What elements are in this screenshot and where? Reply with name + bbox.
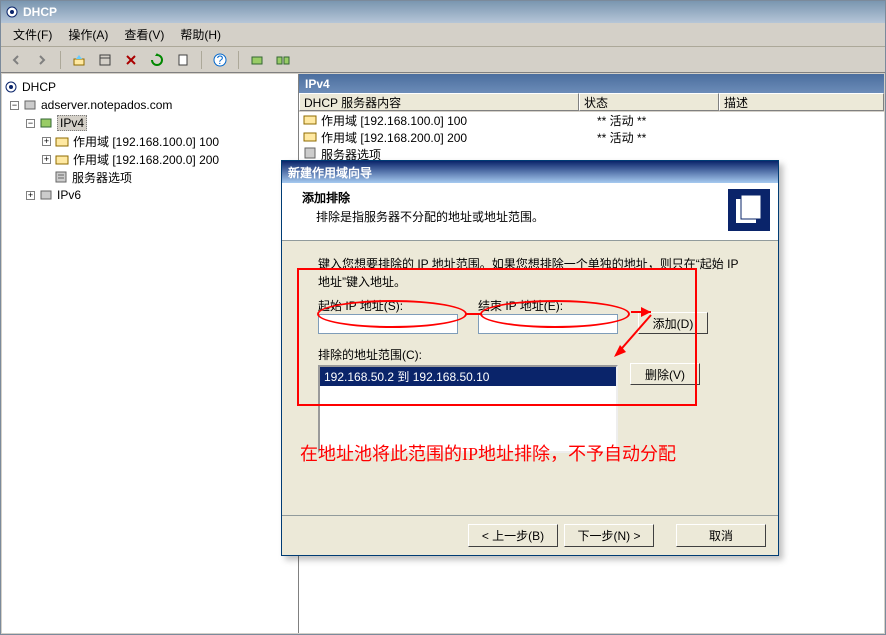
cell-name: 作用域 [192.168.200.0] 200 — [321, 129, 593, 146]
remove-button[interactable]: 删除(V) — [630, 363, 700, 385]
exclusion-item[interactable]: 192.168.50.2 到 192.168.50.10 — [320, 367, 616, 386]
wizard-footer: < 上一步(B) 下一步(N) > 取消 — [282, 515, 778, 555]
menu-help[interactable]: 帮助(H) — [172, 24, 229, 45]
tree-dhcp-root[interactable]: DHCP — [4, 78, 296, 96]
toolbar: ? — [1, 47, 885, 73]
wizard-instruction: 键入您想要排除的 IP 地址范围。如果您想排除一个单独的地址，则只在“起始 IP… — [318, 255, 748, 291]
options-icon — [54, 170, 68, 184]
tree-server-options[interactable]: 服务器选项 — [4, 168, 296, 186]
dhcp-app-icon — [4, 80, 18, 94]
folder-icon — [55, 134, 69, 148]
start-ip-input[interactable] — [318, 314, 458, 334]
tree-label: 作用域 [192.168.200.0] 200 — [73, 151, 219, 168]
dhcp-app-icon — [5, 5, 19, 19]
expand-icon[interactable]: + — [42, 155, 51, 164]
col-header-desc[interactable]: 描述 — [719, 93, 884, 111]
tree-ipv6[interactable]: + IPv6 — [4, 186, 296, 204]
add-button[interactable]: 添加(D) — [638, 312, 708, 334]
toolbar-separator — [60, 51, 61, 69]
wizard-body: 键入您想要排除的 IP 地址范围。如果您想排除一个单独的地址，则只在“起始 IP… — [282, 241, 778, 516]
cell-name: 作用域 [192.168.100.0] 100 — [321, 112, 593, 129]
toolbar-help-icon[interactable]: ? — [209, 50, 231, 70]
toolbar-add-scope-icon[interactable] — [272, 50, 294, 70]
toolbar-show-hide-icon[interactable] — [94, 50, 116, 70]
svg-text:?: ? — [217, 53, 224, 67]
tree-server[interactable]: − adserver.notepados.com — [4, 96, 296, 114]
toolbar-manage-icon[interactable] — [246, 50, 268, 70]
toolbar-forward-icon[interactable] — [31, 50, 53, 70]
toolbar-up-icon[interactable] — [68, 50, 90, 70]
wizard-page-icon — [728, 189, 770, 231]
exclusions-label: 排除的地址范围(C): — [318, 348, 422, 362]
wizard-header-title: 添加排除 — [302, 189, 544, 206]
column-headers: DHCP 服务器内容 状态 描述 — [299, 93, 884, 112]
toolbar-separator — [238, 51, 239, 69]
col-header-status[interactable]: 状态 — [579, 93, 719, 111]
exclusions-listbox[interactable]: 192.168.50.2 到 192.168.50.10 — [318, 365, 618, 453]
collapse-icon[interactable]: − — [10, 101, 19, 110]
tree-label: IPv4 — [57, 115, 87, 131]
tree-scope-100[interactable]: + 作用域 [192.168.100.0] 100 — [4, 132, 296, 150]
toolbar-refresh-icon[interactable] — [146, 50, 168, 70]
folder-icon — [303, 112, 317, 129]
folder-icon — [303, 129, 317, 146]
menu-bar: 文件(F) 操作(A) 查看(V) 帮助(H) — [1, 23, 885, 47]
end-ip-input[interactable] — [478, 314, 618, 334]
cancel-button[interactable]: 取消 — [676, 524, 766, 547]
window-titlebar: DHCP — [1, 1, 885, 23]
folder-icon — [55, 152, 69, 166]
ipv6-icon — [39, 188, 53, 202]
list-item[interactable]: 作用域 [192.168.100.0] 100 ** 活动 ** — [299, 112, 884, 129]
end-ip-label: 结束 IP 地址(E): — [478, 297, 618, 314]
wizard-titlebar[interactable]: 新建作用域向导 — [282, 161, 778, 183]
menu-file[interactable]: 文件(F) — [5, 24, 60, 45]
back-button[interactable]: < 上一步(B) — [468, 524, 558, 547]
toolbar-delete-icon[interactable] — [120, 50, 142, 70]
content-header: IPv4 — [299, 74, 884, 93]
cell-status: ** 活动 ** — [597, 112, 737, 129]
wizard-header: 添加排除 排除是指服务器不分配的地址或地址范围。 — [282, 183, 778, 241]
tree-label: 服务器选项 — [72, 169, 132, 186]
tree-label: IPv6 — [57, 188, 81, 202]
menu-view[interactable]: 查看(V) — [116, 24, 172, 45]
toolbar-export-icon[interactable] — [172, 50, 194, 70]
start-ip-label: 起始 IP 地址(S): — [318, 297, 458, 314]
toolbar-back-icon[interactable] — [5, 50, 27, 70]
expand-icon[interactable]: + — [42, 137, 51, 146]
ipv4-icon — [39, 116, 53, 130]
window-title: DHCP — [23, 5, 57, 19]
collapse-icon[interactable]: − — [26, 119, 35, 128]
cell-status: ** 活动 ** — [597, 129, 737, 146]
server-icon — [23, 98, 37, 112]
tree-pane[interactable]: DHCP − adserver.notepados.com − IPv4 + 作… — [2, 74, 299, 633]
expand-icon[interactable]: + — [26, 191, 35, 200]
menu-action[interactable]: 操作(A) — [60, 24, 116, 45]
list-item[interactable]: 作用域 [192.168.200.0] 200 ** 活动 ** — [299, 129, 884, 146]
wizard-dialog: 新建作用域向导 添加排除 排除是指服务器不分配的地址或地址范围。 键入您想要排除… — [281, 160, 779, 556]
next-button[interactable]: 下一步(N) > — [564, 524, 654, 547]
tree-label: adserver.notepados.com — [41, 98, 172, 112]
wizard-header-sub: 排除是指服务器不分配的地址或地址范围。 — [316, 208, 544, 225]
tree-scope-200[interactable]: + 作用域 [192.168.200.0] 200 — [4, 150, 296, 168]
toolbar-separator — [201, 51, 202, 69]
tree-label: DHCP — [22, 80, 56, 94]
col-header-name[interactable]: DHCP 服务器内容 — [299, 93, 579, 111]
tree-label: 作用域 [192.168.100.0] 100 — [73, 133, 219, 150]
tree-ipv4[interactable]: − IPv4 — [4, 114, 296, 132]
